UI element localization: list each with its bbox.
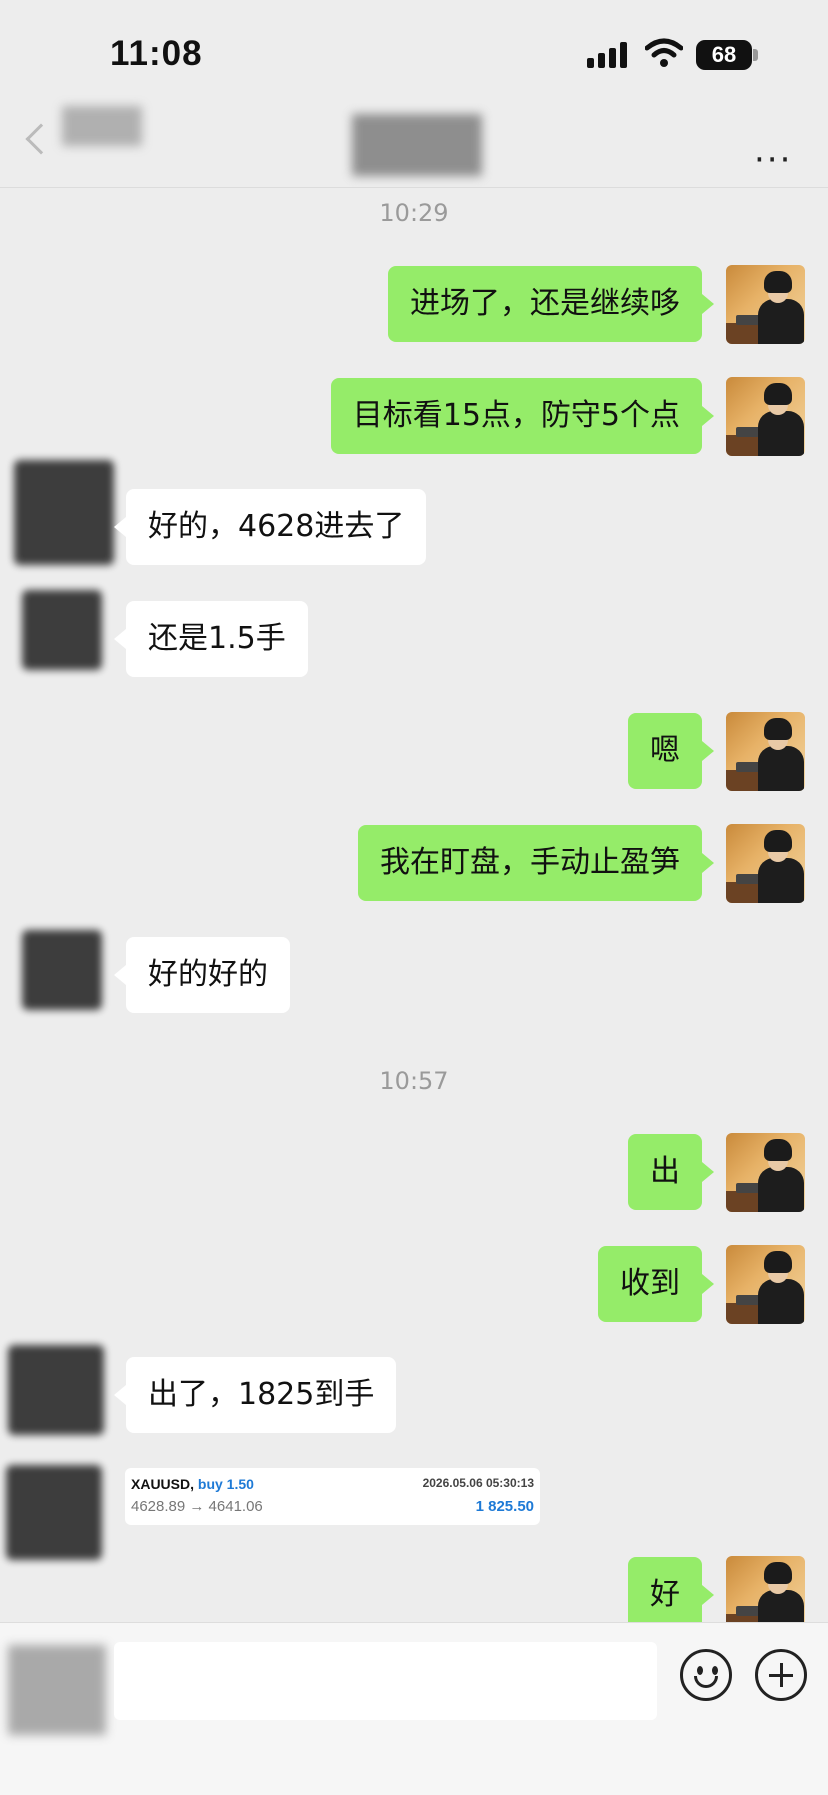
contact-avatar[interactable] bbox=[22, 930, 102, 1010]
contact-avatar[interactable] bbox=[6, 1465, 102, 1560]
contact-name-redacted bbox=[352, 114, 482, 176]
message-bubble-out[interactable]: 我在盯盘，手动止盈笋 bbox=[358, 825, 714, 901]
wifi-icon bbox=[644, 38, 684, 72]
message-bubble-out[interactable]: 收到 bbox=[598, 1246, 714, 1322]
trade-symbol: XAUUSD, bbox=[131, 1476, 195, 1492]
trade-profit: 1 825.50 bbox=[475, 1498, 534, 1515]
back-label-redacted bbox=[62, 106, 142, 146]
chat-header bbox=[0, 100, 828, 188]
smiley-icon[interactable] bbox=[680, 1649, 732, 1701]
my-avatar[interactable] bbox=[726, 377, 805, 456]
trade-prices: 4628.89 → 4641.06 bbox=[131, 1498, 263, 1515]
message-bubble-out[interactable]: 进场了，还是继续哆 bbox=[388, 266, 714, 342]
message-bubble-in[interactable]: 好的好的 bbox=[114, 937, 290, 1013]
signal-icon bbox=[587, 42, 627, 68]
status-time: 11:08 bbox=[110, 34, 203, 73]
my-avatar[interactable] bbox=[726, 1245, 805, 1324]
message-bubble-in[interactable]: 还是1.5手 bbox=[114, 601, 308, 677]
trade-screenshot-card[interactable]: XAUUSD, buy 1.50 2026.05.06 05:30:13 462… bbox=[125, 1468, 540, 1525]
contact-avatar[interactable] bbox=[22, 590, 102, 670]
my-avatar[interactable] bbox=[726, 1133, 805, 1212]
message-bubble-out[interactable]: 出 bbox=[628, 1134, 714, 1210]
input-bar bbox=[0, 1622, 828, 1795]
message-bubble-in[interactable]: 出了，1825到手 bbox=[113, 1357, 397, 1433]
contact-avatar[interactable] bbox=[8, 1345, 104, 1435]
my-avatar[interactable] bbox=[726, 824, 805, 903]
message-bubble-out[interactable]: 目标看15点，防守5个点 bbox=[330, 378, 715, 454]
my-avatar[interactable] bbox=[726, 265, 805, 344]
battery-indicator: 68 bbox=[696, 40, 752, 70]
message-input[interactable] bbox=[114, 1642, 657, 1720]
plus-circle-icon[interactable] bbox=[755, 1649, 807, 1701]
trade-direction: buy 1.50 bbox=[197, 1476, 254, 1492]
message-bubble-out[interactable]: 嗯 bbox=[628, 713, 714, 789]
message-bubble-in[interactable]: 好的，4628进去了 bbox=[113, 489, 427, 565]
time-separator: 10:29 bbox=[379, 199, 449, 227]
my-avatar[interactable] bbox=[726, 712, 805, 791]
battery-cap bbox=[753, 49, 758, 61]
status-bar: 11:08 68 bbox=[0, 0, 828, 100]
more-dots-icon[interactable]: ··· bbox=[754, 140, 792, 180]
contact-avatar[interactable] bbox=[14, 460, 114, 565]
time-separator: 10:57 bbox=[379, 1067, 449, 1095]
trade-symbol-line: XAUUSD, buy 1.50 bbox=[131, 1476, 254, 1492]
back-chevron-icon[interactable] bbox=[25, 123, 57, 155]
trade-date: 2026.05.06 05:30:13 bbox=[422, 1476, 534, 1490]
voice-button-redacted[interactable] bbox=[8, 1645, 106, 1735]
